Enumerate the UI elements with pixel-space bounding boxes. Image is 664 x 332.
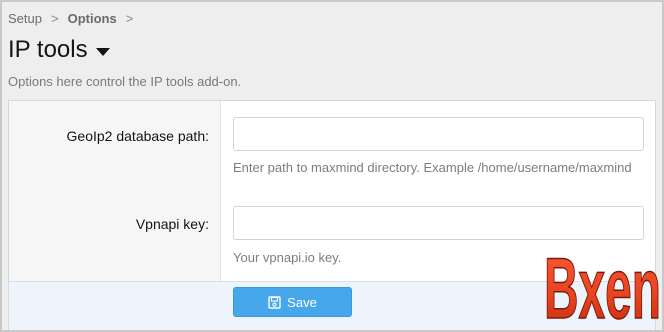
breadcrumb-item-options[interactable]: Options — [68, 11, 117, 26]
save-icon — [268, 295, 281, 309]
breadcrumb-separator: > — [50, 11, 59, 26]
watermark-logo: Bxen — [543, 240, 662, 332]
save-button[interactable]: Save — [233, 287, 352, 317]
caret-down-icon[interactable] — [95, 47, 110, 56]
geoip2-path-label: GeoIp2 database path: — [66, 128, 209, 144]
breadcrumb: Setup > Options > — [8, 11, 133, 26]
geoip2-path-hint: Enter path to maxmind directory. Example… — [233, 160, 632, 175]
vpnapi-key-hint: Your vpnapi.io key. — [233, 250, 342, 265]
breadcrumb-separator: > — [125, 11, 134, 26]
geoip2-path-input[interactable] — [233, 117, 644, 151]
page-title: IP tools — [8, 36, 110, 64]
breadcrumb-item-setup[interactable]: Setup — [8, 11, 42, 26]
watermark-text: Bxen — [544, 241, 661, 332]
page-description: Options here control the IP tools add-on… — [8, 74, 242, 89]
save-button-label: Save — [287, 294, 317, 310]
page-title-text: IP tools — [8, 36, 88, 63]
vpnapi-key-label: Vpnapi key: — [135, 216, 209, 232]
